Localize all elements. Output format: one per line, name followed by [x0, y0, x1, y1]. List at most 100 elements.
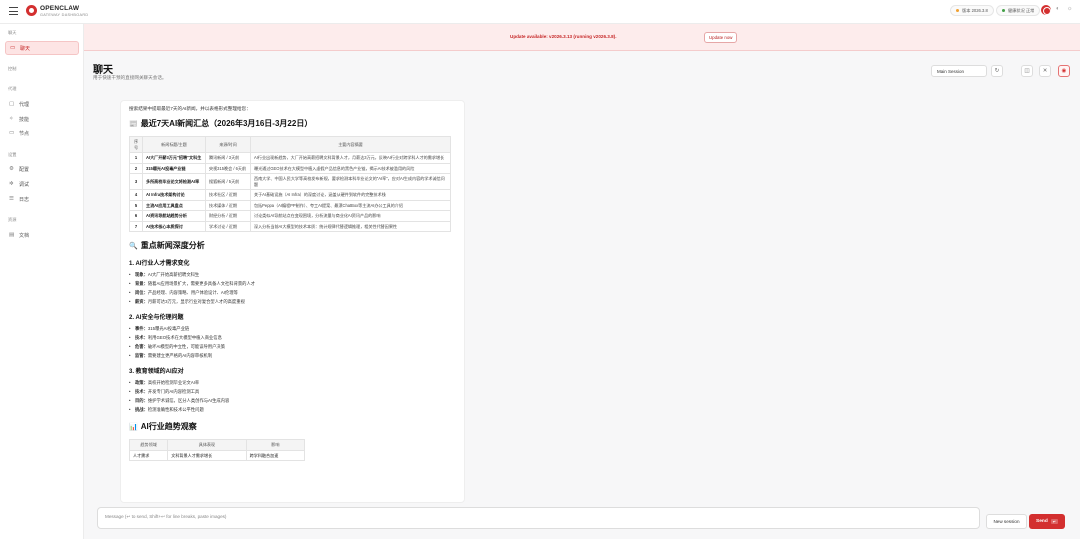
- table-cell: 讨论类似AI导航站点在变现困境，分析流量与商业化AI资讯产品的影响: [250, 210, 451, 222]
- search-icon: 🔍: [129, 243, 138, 251]
- table-cell: 文科背景人才需求增长: [167, 449, 247, 462]
- table-row: 7 AI技术核心本质探讨 学术讨论 / 近期 深入分析当前AI大模型的技术本质：统计规…: [129, 220, 451, 233]
- sidebar-section-chat: 聊天: [8, 30, 17, 35]
- list-item: 政策：高校开始检测毕业论文AI率: [129, 380, 456, 386]
- message-intro: 搜索结果中提取最近7天的AI新闻，并以表格形式整理给您：: [129, 106, 251, 111]
- close-icon: ✕: [1042, 68, 1048, 74]
- sidebar-item-skills[interactable]: ✧ 技能: [5, 112, 79, 126]
- enter-key-icon: ↵: [1050, 519, 1058, 524]
- sidebar-item-chat[interactable]: ▭ 聊天: [5, 41, 79, 55]
- table-row: 人才需求 文科背景人才需求增长 跨学科融合加速: [128, 449, 306, 462]
- send-label: Send: [1036, 519, 1048, 524]
- table-cell: 6: [129, 210, 143, 222]
- table-header: 来源/时间: [205, 135, 251, 154]
- newspaper-icon: 📰: [129, 121, 138, 128]
- sidebar-item-config[interactable]: ⚙ 配置: [5, 162, 79, 176]
- table-cell: 4: [129, 189, 143, 201]
- bullet-list: 政策：高校开始检测毕业论文AI率 技术：开发专门的AI内容检测工具 目的：维护学…: [129, 380, 456, 413]
- page-subtitle: 用于快速干预的直接网关聊天会话。: [93, 75, 167, 80]
- list-item: 挑战：检测准确性和技术公平性问题: [129, 407, 456, 413]
- settings-icon[interactable]: ☼: [1067, 6, 1073, 12]
- page-title: 聊天: [93, 65, 113, 76]
- analysis-title: 重点新闻深度分析: [140, 241, 205, 251]
- sidebar-item-label: 调试: [19, 181, 30, 188]
- close-button[interactable]: ✕: [1039, 65, 1051, 77]
- table-cell: AI行业出现新趋势，大厂开始高薪招聘文科背景人才，月薪达3万元，反映AI行业对跨…: [250, 152, 451, 164]
- list-item: 现象：AI大厂开始高薪招聘文科生: [129, 272, 456, 278]
- trend-heading: 📊 AI行业趋势观察: [129, 421, 456, 432]
- table-cell: 1: [129, 152, 143, 164]
- sparkle-icon: ✧: [9, 116, 14, 122]
- menu-icon[interactable]: [9, 7, 18, 15]
- sidebar-item-label: 节点: [19, 130, 30, 137]
- bullet-list: 现象：AI大厂开始高薪招聘文科生 背景：随着AI应用场景扩大，需要更多具备人文社…: [129, 272, 456, 305]
- new-session-button[interactable]: New session: [986, 514, 1027, 529]
- list-item: 背景：随着AI应用场景扩大，需要更多具备人文社科背景的人才: [129, 281, 456, 287]
- sidebar-section-resources[interactable]: 资源: [8, 217, 16, 223]
- table-header: 趋势领域: [128, 439, 169, 451]
- avatar[interactable]: [1041, 5, 1051, 15]
- split-icon: ◫: [1024, 68, 1030, 74]
- bullet-list: 事件：315曝光AI投毒产业链 技术：利用GEO技术在大模型中植入商业信息 危害…: [129, 326, 456, 359]
- table-row: 5 主流AI应用工具盘点 技术媒体 / 近期 包括Peppa（AI编程PP制作）、夸工…: [129, 199, 451, 212]
- send-button[interactable]: Send ↵: [1029, 514, 1065, 529]
- sidebar-item-docs[interactable]: ▤ 文档: [5, 228, 79, 242]
- subsection-title: 1. AI行业人才需求变化: [129, 261, 190, 268]
- sidebar-item-label: 代理: [19, 101, 30, 108]
- sidebar-section-control[interactable]: 控制: [8, 66, 16, 72]
- sidebar-section-agent[interactable]: 代理: [8, 86, 16, 92]
- monitor-icon: ▭: [9, 130, 15, 136]
- table-cell: 跨学科融合加速: [245, 449, 306, 462]
- subsection-title: 3. 教育领域的AI应对: [129, 369, 184, 376]
- subsection-title: 2. AI安全与伦理问题: [129, 315, 184, 322]
- top-bar: OPENCLAW GATEWAY DASHBOARD 版本 2026.3.8 健…: [0, 0, 1080, 24]
- sidebar-item-logs[interactable]: ☰ 日志: [5, 192, 79, 206]
- table-cell: 搜狐新闻 / 5天前: [205, 173, 251, 191]
- table-cell: 学术讨论 / 近期: [205, 220, 251, 233]
- sidebar-item-label: 技能: [19, 116, 30, 123]
- update-now-button[interactable]: Update now: [704, 32, 738, 43]
- trend-title: AI行业趋势观察: [140, 422, 197, 432]
- sidebar-item-label: 文档: [19, 232, 30, 239]
- brand-name: OPENCLAW: [40, 5, 80, 12]
- session-select[interactable]: Main Session: [931, 65, 987, 77]
- table-header: 影响: [245, 439, 306, 451]
- list-item: 薪资：月薪可达3万元，显示行业对复合型人才的高度重视: [129, 299, 456, 305]
- status-dot-icon: [956, 9, 959, 12]
- message-input[interactable]: Message (↩ to send, Shift+↩ for line bre…: [97, 507, 980, 529]
- table-cell: 财经分析 / 近期: [205, 210, 251, 222]
- chat-icon: ▭: [10, 45, 16, 51]
- sidebar-item-agent[interactable]: ▢ 代理: [5, 97, 79, 111]
- news-table: 序号 新闻标题/主题 来源/时间 主要内容摘要 1 AI大厂开薪3万元"招聘"文科…: [129, 135, 451, 233]
- sidebar: 聊天 ▭ 聊天 控制 代理 ▢ 代理 ✧ 技能 ▭ 节点 设置 ⚙ 配置 ✲ 调…: [0, 24, 84, 539]
- table-row: 4 AI Infra技术架构讨论 技术社区 / 近期 关于AI基础设施（AI Infr…: [129, 189, 451, 201]
- split-view-button[interactable]: ◫: [1021, 65, 1033, 77]
- refresh-button[interactable]: ↻: [991, 65, 1003, 77]
- focus-button[interactable]: ◉: [1058, 65, 1070, 77]
- table-header: 新闻标题/主题: [142, 135, 206, 154]
- table-cell: AI Infra技术架构讨论: [142, 189, 206, 201]
- table-cell: 深入分析当前AI大模型的技术本质：统计规律代替逻辑推理，相关性代替因果性: [250, 220, 451, 233]
- sidebar-item-nodes[interactable]: ▭ 节点: [5, 126, 79, 140]
- gear-icon: ⚙: [9, 166, 14, 172]
- table-cell: 3: [129, 173, 143, 191]
- sidebar-item-debug[interactable]: ✲ 调试: [5, 177, 79, 191]
- sidebar-section-settings[interactable]: 设置: [8, 152, 16, 158]
- list-item: 岗位：产品经理、内容策略、用户体验设计、AI伦理等: [129, 290, 456, 296]
- table-row: 6 AI资讯导航站趋势分析 财经分析 / 近期 讨论类似AI导航站点在变现困境，分析流…: [129, 210, 451, 222]
- table-cell: 腾讯新闻 / 3天前: [205, 152, 251, 164]
- table-cell: 2: [129, 162, 143, 175]
- table-header: 序号: [129, 135, 143, 154]
- logo-icon: [26, 5, 37, 16]
- log-icon: ☰: [9, 196, 14, 202]
- table-header: 主要内容摘要: [250, 135, 451, 154]
- list-item: 目的：维护学术诚信，区分人类创作与AI生成内容: [129, 398, 456, 404]
- chat-message: 搜索结果中提取最近7天的AI新闻，并以表格形式整理给您： 📰 最近7天AI新闻汇总…: [120, 100, 465, 503]
- sidebar-item-label: 配置: [19, 166, 30, 173]
- health-pill: 健康状况 正常: [996, 5, 1041, 16]
- theme-icon[interactable]: ◐: [1056, 6, 1060, 12]
- news-summary-heading: 📰 最近7天AI新闻汇总（2026年3月16日-3月22日）: [129, 118, 456, 129]
- list-item: 事件：315曝光AI投毒产业链: [129, 326, 456, 332]
- sidebar-item-label: 聊天: [20, 45, 31, 52]
- health-value: 正常: [1025, 7, 1035, 13]
